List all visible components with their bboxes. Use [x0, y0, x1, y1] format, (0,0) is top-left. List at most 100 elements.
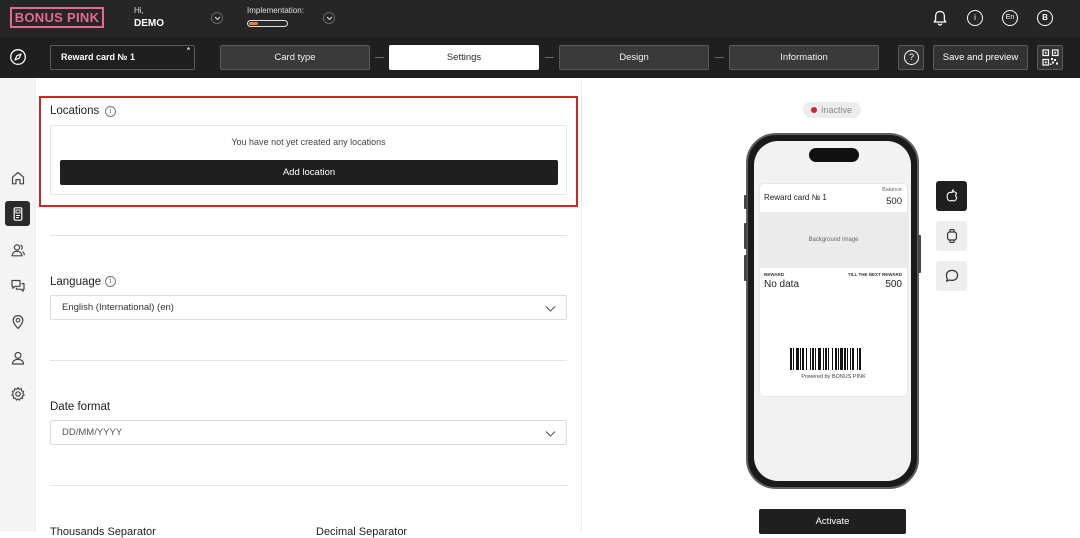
- pass-powered-by: Powered by BONUS PINK: [801, 374, 866, 380]
- info-button[interactable]: i: [967, 10, 983, 26]
- sidebar-item-locations[interactable]: [5, 309, 30, 334]
- barcode-bar: [796, 348, 799, 370]
- users-icon: [10, 243, 25, 256]
- chat-icon: [10, 279, 25, 292]
- barcode-bar: [818, 348, 821, 370]
- implementation-progress: Implementation:: [247, 6, 304, 27]
- activate-button[interactable]: Activate: [759, 509, 906, 534]
- compass-icon: [10, 49, 26, 65]
- barcode-bar: [844, 348, 846, 370]
- account-dropdown-button[interactable]: [211, 12, 223, 24]
- language-info-icon[interactable]: i: [105, 276, 116, 287]
- step-card-type[interactable]: Card type: [220, 45, 370, 70]
- implementation-progress-fill: [249, 22, 258, 25]
- language-switcher[interactable]: En: [1002, 10, 1018, 26]
- section-divider: [50, 360, 567, 361]
- chevron-down-icon: [214, 16, 220, 20]
- barcode-bar: [806, 348, 807, 370]
- phone-side-button: [744, 223, 747, 249]
- barcode-bar: [857, 348, 858, 370]
- sidebar-item-messages[interactable]: [5, 273, 30, 298]
- pass-next-reward-value: 500: [885, 279, 902, 290]
- chevron-down-icon: [545, 306, 556, 312]
- barcode-bar: [847, 348, 848, 370]
- chevron-down-icon: [545, 431, 556, 437]
- date-format-placeholder: DD/MM/YYYY: [62, 427, 123, 438]
- save-and-preview-button[interactable]: Save and preview: [933, 45, 1028, 70]
- pass-card-name: Reward card № 1: [764, 193, 827, 202]
- brand-logo[interactable]: BONUS PINK: [10, 7, 104, 28]
- pass-balance-label: Balance: [882, 187, 902, 193]
- apple-wallet-preview-button[interactable]: [936, 181, 967, 211]
- sidebar-item-settings[interactable]: [5, 381, 30, 406]
- apple-icon: [946, 189, 957, 202]
- user-name: DEMO: [134, 18, 164, 29]
- editor-toolbar: Reward card № 1 * Card type Settings Des…: [0, 37, 1080, 78]
- qr-code-button[interactable]: [1037, 45, 1063, 70]
- step-design[interactable]: Design: [559, 45, 709, 70]
- card-name-field[interactable]: Reward card № 1 *: [50, 45, 195, 70]
- profile-avatar[interactable]: B: [1037, 10, 1053, 26]
- barcode-bar: [840, 348, 843, 370]
- message-preview-button[interactable]: [936, 261, 967, 291]
- phone-mockup: Reward card № 1 Balance 500 Background i…: [744, 133, 921, 489]
- implementation-label: Implementation:: [247, 6, 304, 15]
- step-settings[interactable]: Settings: [389, 45, 539, 70]
- status-badge: Inactive: [803, 102, 861, 118]
- implementation-dropdown-button[interactable]: [323, 12, 335, 24]
- sidebar-item-cards[interactable]: [5, 201, 30, 226]
- barcode-bar: [793, 348, 794, 370]
- required-marker: *: [186, 46, 190, 55]
- thousands-separator-label: Thousands Separator: [50, 526, 156, 538]
- sidebar-item-home[interactable]: [5, 165, 30, 190]
- top-bar: BONUS PINK Hi, DEMO Implementation: i En…: [0, 0, 1080, 37]
- sidebar-item-customers[interactable]: [5, 237, 30, 262]
- barcode-bar: [828, 348, 829, 370]
- locations-title: Locations: [50, 105, 100, 117]
- smartwatch-preview-button[interactable]: [936, 221, 967, 251]
- section-divider: [50, 235, 567, 236]
- wallet-pass: Reward card № 1 Balance 500 Background i…: [760, 184, 907, 396]
- barcode-bar: [835, 348, 837, 370]
- location-pin-icon: [12, 314, 23, 329]
- step-information[interactable]: Information: [729, 45, 879, 70]
- date-format-title: Date format: [50, 401, 111, 413]
- notifications-button[interactable]: [931, 9, 949, 27]
- sidebar-item-profile[interactable]: [5, 345, 30, 370]
- status-text: Inactive: [821, 105, 853, 115]
- pass-reward-label: REWARD: [764, 272, 784, 277]
- user-greeting: Hi, DEMO: [134, 6, 164, 31]
- pass-next-reward-label: TILL THE NEXT REWARD: [847, 272, 902, 277]
- pass-background-image: Background image: [760, 212, 907, 268]
- date-format-select[interactable]: DD/MM/YYYY: [50, 420, 567, 445]
- pass-barcode: [790, 348, 861, 370]
- implementation-progress-bar: [247, 20, 288, 27]
- barcode-bar: [810, 348, 811, 370]
- barcode-bar: [823, 348, 824, 370]
- barcode-bar: [815, 348, 816, 370]
- card-name-value: Reward card № 1: [61, 52, 136, 62]
- barcode-bar: [832, 348, 833, 370]
- phone-notch: [809, 148, 859, 162]
- locations-empty-state: You have not yet created any locations A…: [50, 125, 567, 195]
- language-title: Language: [50, 276, 102, 288]
- step-separator: [545, 57, 554, 58]
- barcode-bar: [812, 348, 814, 370]
- card-preview-panel: Inactive Reward card № 1 Balance 500 Bac…: [583, 78, 1080, 534]
- chevron-down-icon: [326, 16, 332, 20]
- phone-side-button: [744, 255, 747, 281]
- card-icon: [13, 206, 22, 221]
- locations-info-icon[interactable]: i: [105, 106, 116, 117]
- step-separator: [715, 57, 724, 58]
- pass-balance-value: 500: [886, 196, 902, 207]
- step-separator: [375, 57, 384, 58]
- pass-reward-value: No data: [764, 279, 800, 290]
- language-select[interactable]: English (International) (en): [50, 295, 567, 320]
- settings-panel: Locations i You have not yet created any…: [36, 78, 582, 538]
- help-button[interactable]: ?: [898, 45, 924, 70]
- gear-icon: [10, 386, 25, 401]
- phone-side-button: [744, 195, 747, 209]
- add-location-button[interactable]: Add location: [60, 160, 558, 185]
- barcode-bar: [859, 348, 861, 370]
- compass-button[interactable]: [9, 48, 27, 66]
